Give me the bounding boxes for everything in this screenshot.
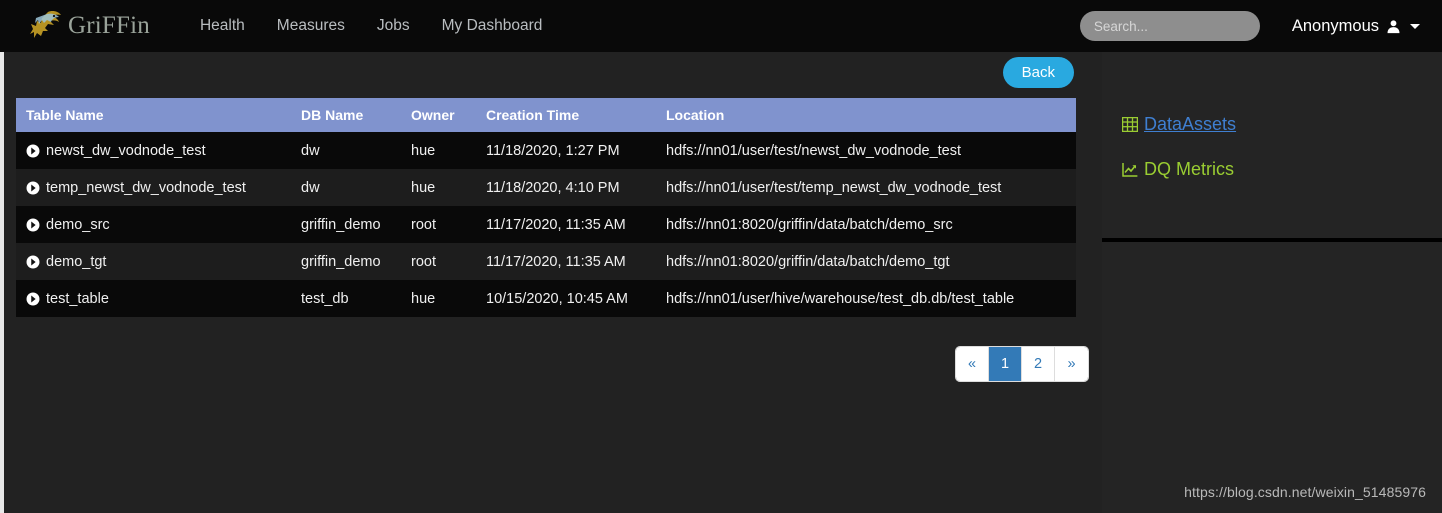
cell-db-name: test_db (301, 290, 349, 307)
cell-creation-time: 10/15/2020, 10:45 AM (486, 290, 628, 307)
cell-location: hdfs://nn01:8020/griffin/data/batch/demo… (666, 253, 950, 270)
user-menu[interactable]: Anonymous (1292, 17, 1420, 36)
cell-db-name: dw (301, 142, 320, 159)
nav-item-health[interactable]: Health (184, 0, 261, 52)
col-header-owner[interactable]: Owner (401, 98, 476, 132)
chevron-circle-right-icon[interactable] (26, 255, 40, 269)
griffin-logo-icon (30, 11, 61, 38)
pagination-page-1[interactable]: 1 (989, 347, 1022, 381)
pagination-prev[interactable]: « (956, 347, 989, 381)
nav-item-measures[interactable]: Measures (261, 0, 361, 52)
cell-table-name: demo_src (16, 206, 291, 243)
sidebar-panel-top: DataAssets DQ Metrics (1102, 52, 1442, 238)
nav-links: Health Measures Jobs My Dashboard (184, 0, 558, 52)
search-input[interactable] (1079, 11, 1260, 41)
col-header-creation-time[interactable]: Creation Time (476, 98, 656, 132)
watermark-text: https://blog.csdn.net/weixin_51485976 (1184, 484, 1426, 500)
nav-item-jobs[interactable]: Jobs (361, 0, 426, 52)
cell-owner: hue (411, 290, 436, 307)
cell-location: hdfs://nn01/user/test/newst_dw_vodnode_t… (666, 142, 962, 159)
table-row[interactable]: temp_newst_dw_vodnode_test dw hue 11/18/… (16, 169, 1076, 206)
table-header-row: Table Name DB Name Owner Creation Time L… (16, 98, 1076, 132)
chevron-circle-right-icon[interactable] (26, 218, 40, 232)
sidebar-label-dataassets[interactable]: DataAssets (1144, 114, 1236, 135)
cell-creation-time: 11/18/2020, 1:27 PM (486, 142, 620, 159)
cell-db-name: griffin_demo (301, 253, 381, 270)
sidebar-panel-bottom (1102, 242, 1442, 513)
nav-item-my-dashboard[interactable]: My Dashboard (426, 0, 559, 52)
table-name-text: demo_tgt (46, 253, 107, 270)
table-head: Table Name DB Name Owner Creation Time L… (16, 98, 1076, 132)
user-icon (1387, 19, 1400, 33)
cell-owner: hue (411, 179, 436, 196)
sidebar-item-dq-metrics[interactable]: DQ Metrics (1122, 159, 1234, 180)
chevron-circle-right-icon[interactable] (26, 292, 40, 306)
col-header-table-name[interactable]: Table Name (16, 98, 291, 132)
cell-location: hdfs://nn01:8020/griffin/data/batch/demo… (666, 216, 953, 233)
cell-owner: root (411, 216, 436, 233)
cell-table-name: test_table (16, 280, 291, 317)
table-name-text: test_table (46, 290, 109, 307)
cell-owner: hue (411, 142, 436, 159)
table-row[interactable]: newst_dw_vodnode_test dw hue 11/18/2020,… (16, 132, 1076, 169)
pagination-next[interactable]: » (1055, 347, 1088, 381)
table-row[interactable]: demo_src griffin_demo root 11/17/2020, 1… (16, 206, 1076, 243)
table-name-text: temp_newst_dw_vodnode_test (46, 179, 246, 196)
table-name-text: newst_dw_vodnode_test (46, 142, 206, 159)
cell-creation-time: 11/17/2020, 11:35 AM (486, 216, 626, 233)
table-row[interactable]: test_table test_db hue 10/15/2020, 10:45… (16, 280, 1076, 317)
chart-line-icon (1122, 163, 1138, 177)
cell-db-name: dw (301, 179, 320, 196)
table-grid-icon (1122, 117, 1138, 132)
pagination: « 1 2 » (956, 347, 1088, 381)
cell-location: hdfs://nn01/user/hive/warehouse/test_db.… (666, 290, 1015, 307)
data-assets-table: Table Name DB Name Owner Creation Time L… (16, 98, 1076, 317)
navbar-right: Anonymous (1079, 0, 1442, 52)
cell-table-name: demo_tgt (16, 243, 291, 280)
cell-creation-time: 11/18/2020, 4:10 PM (486, 179, 620, 196)
cell-location: hdfs://nn01/user/test/temp_newst_dw_vodn… (666, 179, 1002, 196)
table-body: newst_dw_vodnode_test dw hue 11/18/2020,… (16, 132, 1076, 317)
top-navbar: GriFFin Health Measures Jobs My Dashboar… (0, 0, 1442, 52)
right-sidebar: DataAssets DQ Metrics (1102, 52, 1442, 513)
brand-name: GriFFin (68, 12, 150, 39)
cell-creation-time: 11/17/2020, 11:35 AM (486, 253, 626, 270)
sidebar-item-dataassets[interactable]: DataAssets (1122, 114, 1236, 135)
table-name-text: demo_src (46, 216, 110, 233)
app-root: GriFFin Health Measures Jobs My Dashboar… (0, 0, 1442, 513)
chevron-circle-right-icon[interactable] (26, 181, 40, 195)
user-name: Anonymous (1291, 16, 1379, 35)
main-content: Back Table Name DB Name Owner Creation T… (4, 52, 1098, 513)
cell-table-name: temp_newst_dw_vodnode_test (16, 169, 291, 206)
data-assets-table-wrap: Table Name DB Name Owner Creation Time L… (16, 98, 1076, 317)
chevron-circle-right-icon[interactable] (26, 144, 40, 158)
back-button-row: Back (1002, 57, 1074, 88)
col-header-db-name[interactable]: DB Name (291, 98, 401, 132)
cell-owner: root (411, 253, 436, 270)
brand-logo-link[interactable]: GriFFin (28, 9, 150, 43)
table-row[interactable]: demo_tgt griffin_demo root 11/17/2020, 1… (16, 243, 1076, 280)
cell-db-name: griffin_demo (301, 216, 381, 233)
col-header-location[interactable]: Location (656, 98, 1076, 132)
cell-table-name: newst_dw_vodnode_test (16, 132, 291, 169)
caret-down-icon (1410, 23, 1420, 29)
back-button[interactable]: Back (1002, 57, 1074, 88)
sidebar-label-dq-metrics[interactable]: DQ Metrics (1144, 159, 1234, 180)
pagination-page-2[interactable]: 2 (1022, 347, 1055, 381)
